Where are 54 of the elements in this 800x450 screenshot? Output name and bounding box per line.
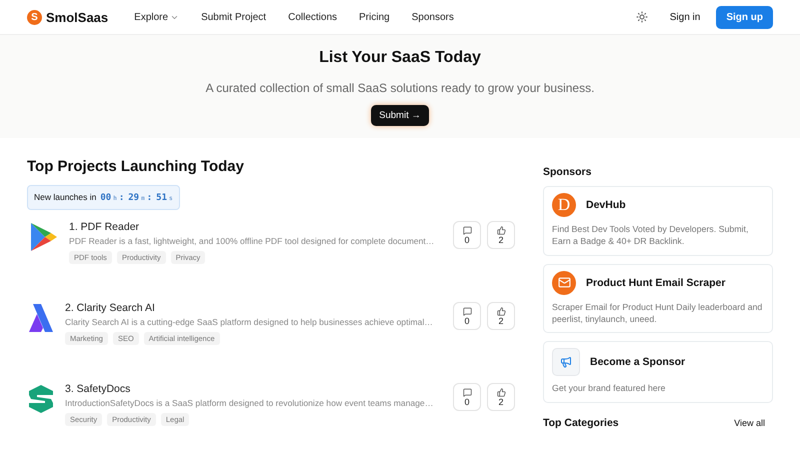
sidebar-title: Top Categories xyxy=(543,416,619,429)
time-value: 51 xyxy=(156,193,167,203)
project-name[interactable]: 1. PDF Reader xyxy=(69,221,447,233)
nav-link[interactable]: Collections xyxy=(288,12,338,22)
comments-button[interactable]: 0 xyxy=(453,221,481,249)
comments-button[interactable]: 0 xyxy=(453,383,481,411)
sponsor-description: Find Best Dev Tools Voted by Developers. Submit, Earn a Badge & 40+ DR Backlink. xyxy=(552,223,750,248)
sponsor-card[interactable]: Product Hunt Email Scraper Scraper Email for Product Hunt Daily leaderboard and peerlist, tinylaunch, uneed. xyxy=(543,264,773,334)
thumbs-up-icon xyxy=(496,306,506,316)
upvote-button[interactable]: 2 xyxy=(487,221,515,249)
mail-icon xyxy=(552,270,576,295)
section-title: Top Projects Launching Today xyxy=(27,158,245,175)
sponsor-card[interactable]: D DevHub Find Best Dev Tools Voted by Developers. Submit, Earn a Badge & 40+ DR Backlink. xyxy=(543,186,773,256)
project-name[interactable]: 2. Clarity Search AI xyxy=(65,302,447,314)
hero-subtitle: A curated collection of small SaaS solutions ready to grow your business. xyxy=(206,81,594,95)
nav-link[interactable]: Submit Project xyxy=(201,12,266,22)
project-description: PDF Reader is a fast, lightweight, and 100% offline PDF tool designed for complete document… xyxy=(69,236,436,246)
sponsor-name: Product Hunt Email Scraper xyxy=(586,276,726,289)
theme-toggle-icon[interactable] xyxy=(636,11,648,23)
sponsor-description: Get your brand featured here xyxy=(552,382,666,395)
sponsor-logo: D xyxy=(552,193,576,217)
megaphone-icon xyxy=(552,348,580,376)
time-value: 00 xyxy=(100,193,112,203)
s-shape-logo-icon xyxy=(27,383,55,415)
project-name[interactable]: 3. SafetyDocs xyxy=(65,383,447,395)
time-separator: : xyxy=(146,193,152,203)
upvote-button[interactable]: 2 xyxy=(487,383,515,411)
hero-title: List Your SaaS Today xyxy=(319,49,481,67)
project-description: IntroductionSafetyDocs is a SaaS platform designed to revolutionize how event teams manage… xyxy=(65,398,434,408)
comment-icon xyxy=(462,226,472,234)
countdown-label: New launches in xyxy=(34,192,96,202)
submit-button[interactable]: Submit → xyxy=(371,105,429,126)
nav-link[interactable]: Explore xyxy=(134,12,180,22)
sign-in-link[interactable]: Sign in xyxy=(670,12,700,22)
time-separator: : xyxy=(118,193,124,203)
time-value: 29 xyxy=(128,193,140,203)
sponsor-description: Scraper Email for Product Hunt Daily leaderboard and peerlist, tinylaunch, uneed. xyxy=(552,300,764,326)
thumbs-up-icon xyxy=(496,226,506,234)
chevron-logo-icon xyxy=(27,302,55,334)
sponsor-name: Become a Sponsor xyxy=(590,356,686,368)
sponsor-name: DevHub xyxy=(586,199,626,211)
view-all-link[interactable]: View all xyxy=(734,418,765,428)
sponsor-card[interactable]: Become a Sponsor Get your brand featured here xyxy=(543,341,773,403)
brand-name[interactable]: SmolSaas xyxy=(46,10,108,24)
nav-link[interactable]: Sponsors xyxy=(412,12,454,22)
thumbs-up-icon xyxy=(496,388,506,396)
upvote-button[interactable]: 2 xyxy=(487,302,515,330)
nav-link[interactable]: Pricing xyxy=(359,12,390,22)
sidebar-title: Sponsors xyxy=(543,166,592,178)
comment-icon xyxy=(462,306,472,316)
comment-icon xyxy=(462,388,472,396)
project-description: Clarity Search AI is a cutting-edge SaaS platform designed to help businesses achieve optimal… xyxy=(65,317,434,327)
sign-up-button[interactable]: Sign up xyxy=(716,6,773,28)
comments-button[interactable]: 0 xyxy=(453,302,481,330)
